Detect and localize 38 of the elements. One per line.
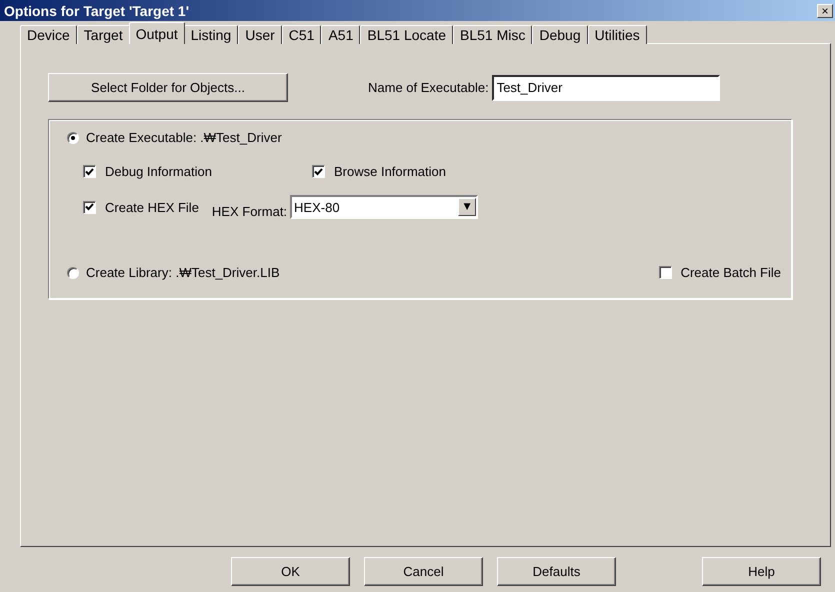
tab[interactable]: C51 xyxy=(282,25,322,44)
tab[interactable]: Target xyxy=(76,25,130,44)
field-label: Name of Executable: xyxy=(368,80,489,95)
dialog-button[interactable]: Defaults xyxy=(497,557,616,586)
tab[interactable]: Output xyxy=(128,22,185,44)
close-button[interactable]: × xyxy=(817,4,833,18)
tab[interactable]: Device xyxy=(20,25,77,44)
checkbox-label: Debug Information xyxy=(105,164,212,179)
dropdown-value: HEX-80 xyxy=(293,200,340,214)
hex-format-dropdown[interactable]: HEX-80 ▼ xyxy=(290,195,478,219)
select-folder-button[interactable]: Select Folder for Objects... xyxy=(48,73,288,102)
checkbox[interactable] xyxy=(658,266,672,279)
checkbox-label: Create Batch File xyxy=(680,265,781,280)
executable-name-field[interactable]: Test_Driver xyxy=(492,74,720,100)
window-title: Options for Target 'Target 1' xyxy=(4,2,190,18)
checkbox[interactable] xyxy=(312,165,325,178)
tab[interactable]: Listing xyxy=(184,25,238,44)
check-icon xyxy=(314,168,323,176)
field-label: HEX Format: xyxy=(212,204,288,218)
tab[interactable]: A51 xyxy=(321,25,360,44)
check-icon xyxy=(85,168,94,176)
tab[interactable]: Debug xyxy=(532,25,588,44)
radio-label: Create Library: .₩Test_Driver.LIB xyxy=(86,265,280,280)
check-icon xyxy=(85,203,94,211)
tab[interactable]: BL51 Locate xyxy=(360,25,454,44)
dialog-button[interactable]: Help xyxy=(702,557,821,586)
radio-label: Create Executable: .₩Test_Driver xyxy=(86,130,282,145)
checkbox[interactable] xyxy=(83,200,96,214)
tab[interactable]: BL51 Misc xyxy=(453,25,532,44)
tab[interactable]: User xyxy=(238,25,282,44)
tab[interactable]: Utilities xyxy=(588,25,647,44)
dialog-button[interactable]: OK xyxy=(231,557,350,586)
radio-button[interactable] xyxy=(67,266,79,278)
checkbox-label: Create HEX File xyxy=(105,200,199,214)
checkbox-label: Browse Information xyxy=(334,164,446,179)
checkbox[interactable] xyxy=(83,165,96,178)
radio-button[interactable] xyxy=(67,132,79,144)
dialog-button[interactable]: Cancel xyxy=(364,557,483,586)
